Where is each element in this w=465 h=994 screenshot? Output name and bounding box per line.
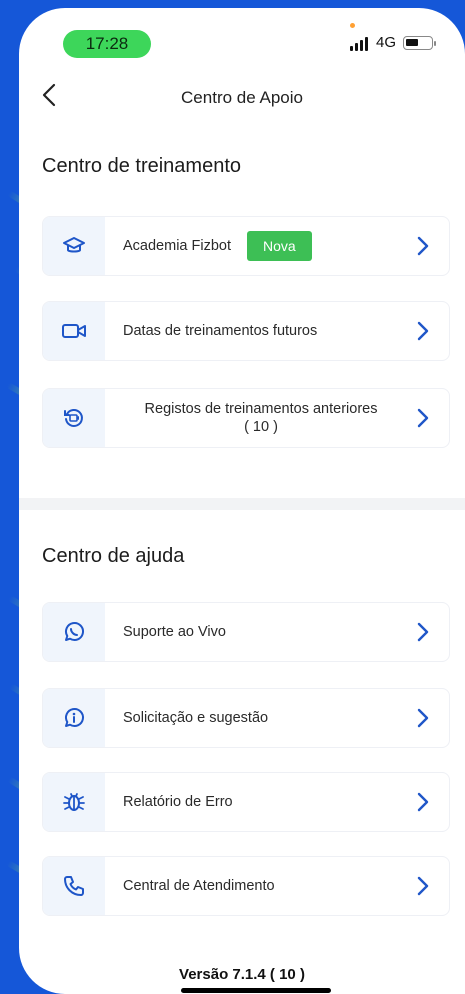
- request-suggestion-item[interactable]: Solicitação e sugestão: [42, 688, 450, 748]
- item-label: Solicitação e sugestão: [123, 710, 269, 726]
- item-label: Central de Atendimento: [123, 878, 275, 894]
- chevron-right-icon: [417, 792, 429, 812]
- item-label: Datas de treinamentos futuros: [123, 323, 318, 339]
- icon-box: [43, 217, 105, 275]
- academia-fizbot-item[interactable]: Academia Fizbot Nova: [42, 216, 450, 276]
- icon-box: [43, 389, 105, 447]
- status-bar: 17:28 4G: [19, 20, 465, 58]
- graduation-cap-icon: [63, 237, 85, 253]
- chevron-right-icon: [417, 622, 429, 642]
- future-training-dates-item[interactable]: Datas de treinamentos futuros: [42, 301, 450, 361]
- new-badge: Nova: [247, 231, 312, 261]
- version-label: Versão 7.1.4 ( 10 ): [179, 966, 305, 983]
- service-center-item[interactable]: Central de Atendimento: [42, 856, 450, 916]
- status-time: 17:28: [63, 30, 151, 58]
- icon-box: [43, 603, 105, 661]
- item-label: Suporte ao Vivo: [123, 624, 226, 640]
- chevron-right-icon: [417, 876, 429, 896]
- home-indicator[interactable]: [181, 988, 331, 993]
- whatsapp-icon: [65, 622, 84, 641]
- item-label: Relatório de Erro: [123, 794, 233, 810]
- history-play-icon: [64, 409, 83, 427]
- live-support-item[interactable]: Suporte ao Vivo: [42, 602, 450, 662]
- section-title-training: Centro de treinamento: [42, 155, 242, 177]
- chevron-right-icon: [417, 408, 429, 428]
- network-type: 4G: [376, 34, 397, 51]
- bug-icon: [63, 793, 85, 811]
- item-count: ( 10 ): [244, 419, 278, 435]
- video-camera-icon: [62, 324, 86, 338]
- icon-box: [43, 773, 105, 831]
- signal-icon: [350, 37, 368, 51]
- item-label: Academia Fizbot: [123, 237, 231, 254]
- section-divider: [19, 498, 465, 510]
- page-title: Centro de Apoio: [181, 88, 303, 107]
- info-icon: [65, 708, 84, 727]
- icon-box: [43, 302, 105, 360]
- chevron-right-icon: [417, 321, 429, 341]
- icon-box: [43, 689, 105, 747]
- chevron-right-icon: [417, 236, 429, 256]
- chevron-right-icon: [417, 708, 429, 728]
- icon-box: [43, 857, 105, 915]
- phone-screen: 17:28 4G Centro de Apoio Centro de trein…: [19, 8, 465, 994]
- item-label: Registos de treinamentos anteriores: [144, 401, 378, 417]
- phone-icon: [64, 876, 84, 896]
- battery-icon: [403, 36, 436, 50]
- section-title-help: Centro de ajuda: [42, 545, 185, 567]
- error-report-item[interactable]: Relatório de Erro: [42, 772, 450, 832]
- privacy-indicator: [350, 23, 355, 28]
- past-training-records-item[interactable]: Registos de treinamentos anteriores ( 10…: [42, 388, 450, 448]
